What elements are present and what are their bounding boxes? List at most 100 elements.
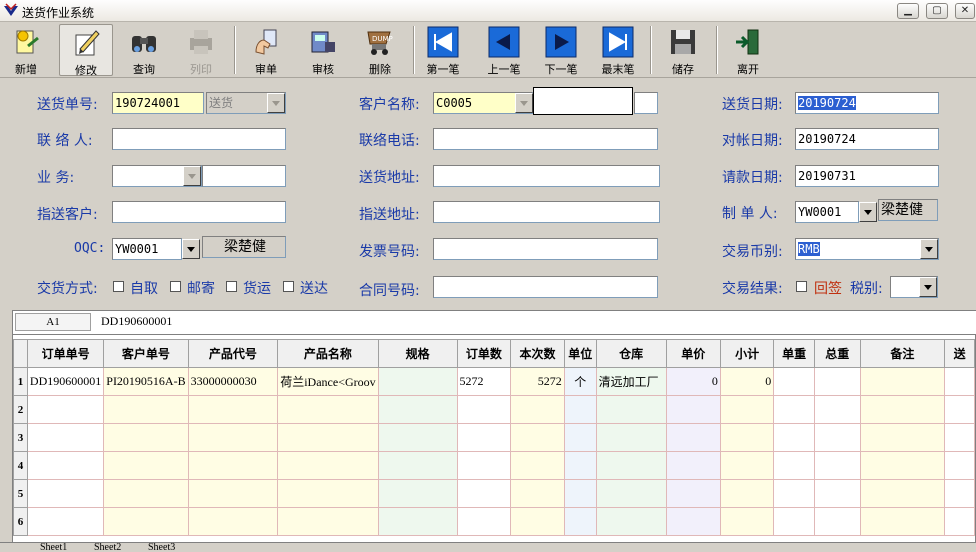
detail-grid[interactable]: A1 DD190600001 订单单号 客户单号 产品代号 产品名称 规格 订单… [12, 310, 976, 552]
exit-button[interactable]: 离开 [722, 24, 774, 76]
cell-warehouse[interactable]: 清远加工厂 [595, 367, 667, 396]
assigned-customer-input[interactable] [112, 201, 286, 223]
cell-unit-weight[interactable] [773, 367, 815, 396]
col-unit[interactable]: 单位 [563, 339, 597, 368]
audit-button[interactable]: 审核 [297, 24, 349, 76]
cell-order-no[interactable]: DD190600001 [26, 367, 105, 396]
col-customer-no[interactable]: 客户单号 [103, 339, 189, 368]
phone-input[interactable] [433, 128, 658, 150]
cell-customer-no[interactable]: PI20190516A-B [103, 367, 189, 396]
customer-name-label: 客户名称: [359, 97, 420, 113]
review-button[interactable]: 审单 [240, 24, 292, 76]
delivery-method-label: 交货方式: [37, 281, 98, 297]
reconcile-date-input[interactable]: 20190724 [795, 128, 939, 150]
cell-order-qty[interactable]: 5272 [456, 367, 512, 396]
close-button[interactable]: ✕ [955, 3, 975, 19]
invoice-input[interactable] [433, 238, 658, 260]
assigned-address-input[interactable] [433, 201, 660, 223]
cell-remarks[interactable] [859, 367, 946, 396]
cell-reference[interactable]: A1 [15, 313, 91, 331]
delivery-type-dropdown[interactable] [267, 93, 285, 113]
table-row[interactable]: 4 [13, 451, 975, 480]
query-button[interactable]: 查询 [118, 24, 170, 76]
creator-code-input[interactable]: YW0001 [795, 201, 859, 223]
method-freight-checkbox[interactable] [226, 281, 237, 292]
row-number[interactable]: 4 [13, 451, 28, 480]
result-signed-checkbox[interactable] [796, 281, 807, 292]
table-row[interactable]: 1 DD190600001 PI20190516A-B 33000000030 … [13, 367, 975, 396]
cell-unit-price[interactable]: 0 [665, 367, 721, 396]
delete-button[interactable]: DUMP 删除 [354, 24, 406, 76]
oqc-code-input[interactable]: YW0001 [112, 238, 182, 260]
row-number[interactable]: 1 [13, 367, 28, 396]
next-record-button[interactable]: 下一笔 [535, 24, 587, 76]
currency-dropdown[interactable] [920, 239, 938, 259]
col-total-weight[interactable]: 总重 [813, 339, 861, 368]
contract-input[interactable] [433, 276, 658, 298]
address-label: 送货地址: [359, 170, 420, 186]
next-arrow-icon [545, 26, 577, 58]
row-number[interactable]: 2 [13, 395, 28, 424]
method-deliver-checkbox[interactable] [283, 281, 294, 292]
col-this-qty[interactable]: 本次数 [510, 339, 565, 368]
row-number[interactable]: 3 [13, 423, 28, 452]
address-input[interactable] [433, 165, 660, 187]
col-remarks[interactable]: 备注 [859, 339, 946, 368]
business-name-input[interactable] [202, 165, 286, 187]
print-button[interactable]: 列印 [175, 24, 227, 76]
customer-dropdown[interactable] [515, 93, 533, 113]
table-row[interactable]: 3 [13, 423, 975, 452]
col-order-qty[interactable]: 订单数 [456, 339, 512, 368]
last-arrow-icon [602, 26, 634, 58]
first-record-button[interactable]: 第一笔 [417, 24, 469, 76]
col-order-no[interactable]: 订单单号 [26, 339, 105, 368]
previous-record-button[interactable]: 上一笔 [478, 24, 530, 76]
col-product-code[interactable]: 产品代号 [187, 339, 279, 368]
sheet-tab-3[interactable]: Sheet3 [148, 543, 175, 552]
col-spec[interactable]: 规格 [377, 339, 458, 368]
oqc-dropdown[interactable] [182, 239, 200, 259]
sheet-tab-2[interactable]: Sheet2 [94, 543, 121, 552]
table-row[interactable]: 6 [13, 507, 975, 536]
col-unit-weight[interactable]: 单重 [773, 339, 815, 368]
cell-total-weight[interactable] [813, 367, 861, 396]
row-number[interactable]: 6 [13, 507, 28, 536]
tax-dropdown[interactable] [919, 277, 937, 297]
payment-date-input[interactable]: 20190731 [795, 165, 939, 187]
cell-unit[interactable]: 个 [563, 367, 597, 396]
cell-spec[interactable] [377, 367, 458, 396]
col-product-name[interactable]: 产品名称 [277, 339, 379, 368]
maximize-button[interactable]: ▢ [926, 3, 948, 19]
cell-product-code[interactable]: 33000000030 [187, 367, 279, 396]
col-warehouse[interactable]: 仓库 [595, 339, 667, 368]
col-subtotal[interactable]: 小计 [719, 339, 775, 368]
currency-select[interactable]: RMB [795, 238, 939, 260]
cell-product-name[interactable]: 荷兰iDance<Groov [277, 367, 379, 396]
col-unit-price[interactable]: 单价 [665, 339, 721, 368]
save-button[interactable]: 储存 [657, 24, 709, 76]
business-dropdown[interactable] [183, 166, 201, 186]
delivery-no-input[interactable]: 190724001 [112, 92, 204, 114]
assigned-customer-label: 指送客户: [37, 207, 98, 223]
cell-subtotal[interactable]: 0 [719, 367, 775, 396]
method-mail-checkbox[interactable] [170, 281, 181, 292]
row-number[interactable]: 5 [13, 479, 28, 508]
table-row[interactable]: 5 [13, 479, 975, 508]
table-row[interactable]: 2 [13, 395, 975, 424]
last-record-button[interactable]: 最末笔 [592, 24, 644, 76]
method-mail-label: 邮寄 [187, 281, 215, 297]
new-button[interactable]: 新增 [0, 24, 52, 76]
method-self-pickup-checkbox[interactable] [113, 281, 124, 292]
sheet-tab-1[interactable]: Sheet1 [40, 543, 67, 552]
creator-dropdown[interactable] [859, 202, 877, 222]
new-document-icon [16, 30, 39, 54]
col-delivery[interactable]: 送 [944, 339, 975, 368]
delivery-date-input[interactable]: 20190724 [795, 92, 939, 114]
cell-delivery[interactable] [944, 367, 975, 396]
edit-button[interactable]: 修改 [59, 24, 113, 77]
customer-extra-input[interactable] [634, 92, 658, 114]
contact-input[interactable] [112, 128, 286, 150]
formula-value[interactable]: DD190600001 [101, 314, 172, 329]
cell-this-qty[interactable]: 5272 [510, 367, 565, 396]
minimize-button[interactable]: ▁ [897, 3, 919, 19]
